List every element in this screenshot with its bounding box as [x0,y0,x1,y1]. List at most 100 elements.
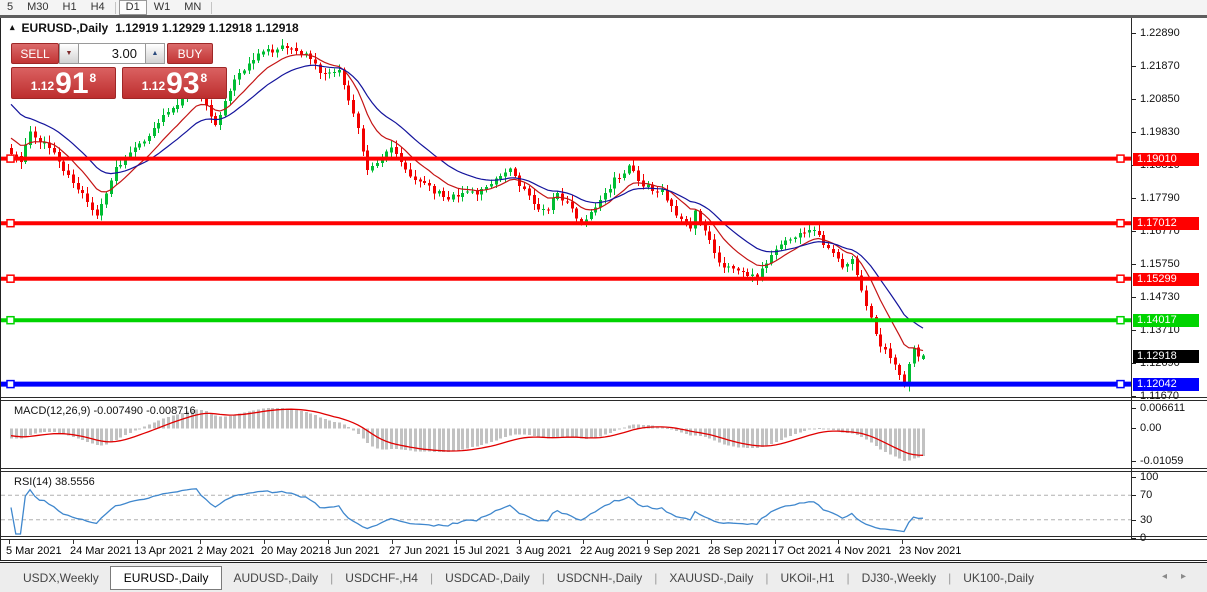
timeframe-button-d1[interactable]: D1 [119,0,147,15]
timeframe-button-h1[interactable]: H1 [56,0,84,15]
macd-bar [518,428,521,434]
candle [81,190,84,193]
candle [499,176,502,179]
candle [566,201,569,202]
chart-tab-usdx-weekly[interactable]: USDX,Weekly [12,568,110,588]
candle [333,72,336,73]
macd-bar [333,422,336,429]
candle [680,216,683,219]
candle [476,191,479,195]
one-click-trading-panel: SELL ▼ ▲ BUY 1.12918 1.12938 [11,43,227,99]
macd-bar [314,415,317,428]
rsi-label: RSI(14) 38.5556 [14,476,95,488]
macd-bar [143,426,146,428]
macd-axis-label: -0.01059 [1140,455,1183,468]
candle [67,171,70,176]
hline-handle[interactable] [1117,381,1124,388]
hline-handle[interactable] [7,381,14,388]
hline-handle[interactable] [1117,155,1124,162]
candle [746,272,749,276]
date-label: 13 Apr 2021 [134,545,193,557]
candle [404,163,407,170]
candle [96,210,99,216]
buy-button[interactable]: BUY [167,43,213,64]
volume-decrease-button[interactable]: ▼ [59,43,79,64]
chart-tab-usdchf-h4[interactable]: USDCHF-,H4 [334,568,429,588]
chart-tab-xauusd-daily[interactable]: XAUUSD-,Daily [658,568,764,588]
mt4-window: 5M30H1H4 D1W1MN ▴ EURUSD-,Daily 1.12919 1… [0,0,1207,592]
macd-bar [922,428,925,456]
candle [72,175,75,184]
chart-tab-audusd-daily[interactable]: AUDUSD-,Daily [222,568,329,588]
buy-price-display[interactable]: 1.12938 [122,67,227,99]
candle [466,191,469,192]
timeframe-button-h4[interactable]: H4 [84,0,112,15]
macd-bar [718,428,721,442]
hline-handle[interactable] [7,220,14,227]
ma-blue-line[interactable] [11,65,923,328]
sell-button[interactable]: SELL [11,43,59,64]
candle [632,165,635,171]
candle [286,46,289,48]
axis-tick-mark [1132,495,1136,496]
hline-handle[interactable] [7,317,14,324]
date-tick-mark [200,540,201,544]
scroll-right-icon[interactable]: ▸ [1181,571,1200,582]
candle [837,252,840,258]
hline-handle[interactable] [1117,220,1124,227]
macd-bar [233,415,236,429]
date-tick-mark [711,540,712,544]
hline-handle[interactable] [1117,275,1124,282]
candle [533,195,536,204]
chart-tab-dj30-weekly[interactable]: DJ30-,Weekly [851,568,947,588]
scroll-left-icon[interactable]: ◂ [1162,571,1181,582]
candle [134,147,137,152]
collapse-icon[interactable]: ▴ [10,22,15,33]
candle [504,172,507,176]
candle [832,249,835,253]
candle [376,163,379,166]
candle [884,347,887,349]
macd-bar [856,428,859,434]
macd-bar [300,411,303,428]
macd-bar [742,428,745,447]
hline-handle[interactable] [7,275,14,282]
hline-handle[interactable] [7,155,14,162]
candle [571,202,574,209]
volume-increase-button[interactable]: ▲ [145,43,165,64]
timeframe-button-mn[interactable]: MN [177,0,208,15]
date-axis[interactable]: 5 Mar 202124 Mar 202113 Apr 20212 May 20… [1,540,1131,560]
macd-bar [832,428,835,430]
sell-price-display[interactable]: 1.12918 [11,67,116,99]
macd-bar [457,428,460,450]
chart-quotes: 1.12919 1.12929 1.12918 1.12918 [115,21,299,35]
macd-bar [552,428,555,438]
chart-tab-ukoil-h1[interactable]: UKOil-,H1 [770,568,846,588]
macd-bar [765,428,768,446]
candle [670,200,673,207]
candle-wick [733,264,734,273]
candle [352,100,355,113]
price-axis[interactable]: 1.228901.218701.208501.198301.188101.177… [1132,18,1207,560]
timeframe-button-w1[interactable]: W1 [147,0,178,15]
volume-input[interactable] [79,43,145,64]
date-label: 15 Jul 2021 [453,545,510,557]
candle [290,48,293,49]
axis-tick-mark [1132,538,1136,539]
ma-red-line[interactable] [11,55,923,351]
rsi-panel-plot[interactable] [1,472,1132,536]
price-tick-label: 1.15750 [1140,258,1180,271]
timeframe-button-5[interactable]: 5 [0,0,20,15]
timeframe-button-m30[interactable]: M30 [20,0,55,15]
chart-tab-uk100-daily[interactable]: UK100-,Daily [952,568,1045,588]
hline-handle[interactable] [1117,317,1124,324]
candle [243,71,246,74]
chart-tab-usdcnh-daily[interactable]: USDCNH-,Daily [546,568,653,588]
macd-bar [822,428,825,429]
chart-tab-usdcad-daily[interactable]: USDCAD-,Daily [434,568,541,588]
chart-tab-eurusd-daily[interactable]: EURUSD-,Daily [110,566,223,590]
axis-tick-mark [1132,408,1136,409]
timeframe-toolbar: 5M30H1H4 D1W1MN [0,0,1207,15]
candle [91,202,94,210]
macd-bar [305,412,308,428]
